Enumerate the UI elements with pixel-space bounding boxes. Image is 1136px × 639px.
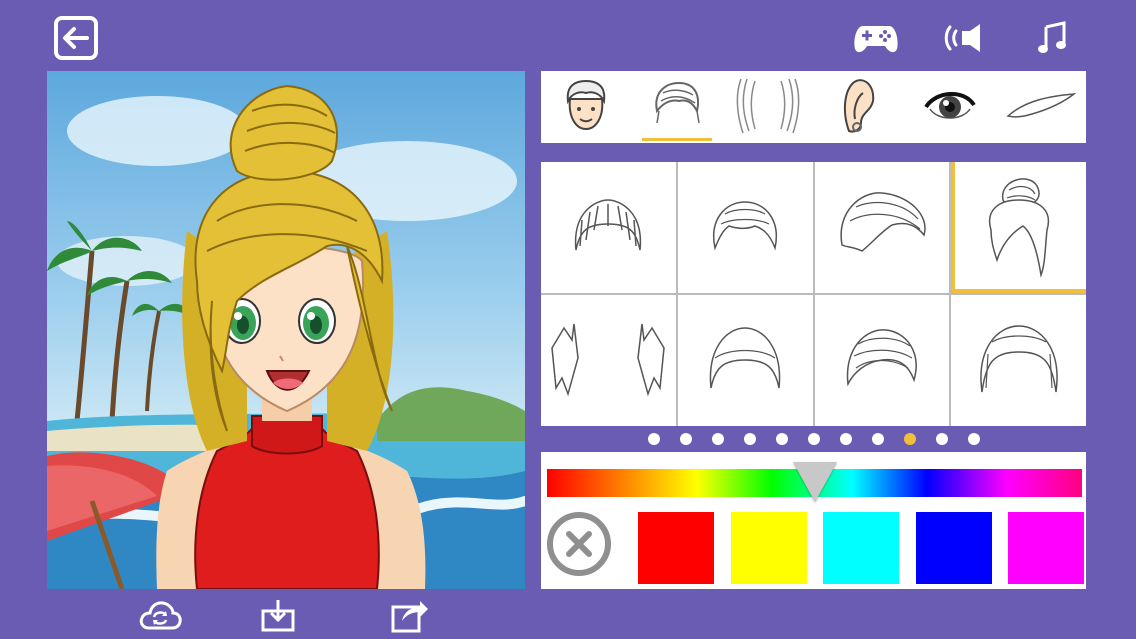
hair-style-6[interactable] [677, 295, 813, 426]
hair-style-8[interactable] [951, 295, 1086, 426]
front-hair-icon [649, 77, 705, 138]
exit-icon [54, 16, 98, 60]
sound-icon [944, 24, 980, 52]
share-button[interactable] [388, 596, 432, 634]
hair-style-icon [548, 318, 668, 403]
hair-style-icon [568, 190, 648, 265]
avatar-preview [47, 71, 525, 589]
color-swatch[interactable] [638, 512, 714, 584]
hair-style-icon [705, 318, 785, 403]
color-swatch[interactable] [915, 512, 992, 584]
category-tab-front-hair[interactable] [642, 75, 713, 141]
back-hair-icon [733, 75, 803, 140]
ear-icon [839, 75, 879, 140]
hair-style-icon [705, 190, 785, 265]
clear-color-button[interactable] [547, 512, 611, 576]
hair-style-4[interactable] [951, 162, 1086, 293]
page-dot[interactable] [935, 433, 948, 445]
category-tab-back-hair[interactable] [733, 75, 803, 139]
color-swatch[interactable] [730, 512, 807, 584]
category-tab-eyebrow[interactable] [1005, 75, 1077, 139]
music-icon [1038, 21, 1066, 53]
category-tab-ear[interactable] [824, 75, 894, 139]
exit-button[interactable] [52, 14, 100, 62]
category-bar [541, 71, 1086, 143]
color-swatch[interactable] [1008, 512, 1084, 584]
color-picker [541, 452, 1086, 589]
hair-style-7[interactable] [814, 295, 950, 426]
page-dot[interactable] [647, 433, 660, 445]
hair-style-3[interactable] [814, 162, 950, 293]
page-dot[interactable] [967, 433, 980, 445]
close-icon [566, 531, 592, 557]
download-button[interactable] [256, 596, 300, 634]
hair-style-icon [842, 318, 922, 403]
page-dot[interactable] [775, 433, 788, 445]
hair-style-icon [979, 170, 1059, 285]
hair-style-5[interactable] [541, 295, 676, 426]
cloud-sync-button[interactable] [138, 596, 182, 634]
gamepad-icon [854, 26, 898, 53]
color-swatch[interactable] [823, 512, 899, 584]
hair-style-1[interactable] [541, 162, 676, 293]
hair-style-2[interactable] [677, 162, 813, 293]
page-indicator [541, 430, 1086, 448]
page-dot[interactable] [679, 433, 692, 445]
face-icon [562, 77, 610, 138]
hue-slider-thumb[interactable] [792, 462, 837, 502]
eye-icon [922, 85, 978, 130]
page-dot[interactable] [871, 433, 884, 445]
hair-options-grid [541, 162, 1086, 426]
page-dot[interactable] [839, 433, 852, 445]
page-dot[interactable] [743, 433, 756, 445]
category-tab-face[interactable] [551, 75, 621, 139]
hair-style-icon [832, 185, 932, 270]
games-button[interactable] [852, 18, 900, 58]
download-icon [261, 600, 295, 632]
page-dot[interactable] [903, 433, 916, 445]
eyebrow-icon [1005, 90, 1077, 125]
share-icon [391, 601, 428, 633]
sound-button[interactable] [942, 18, 986, 58]
page-dot[interactable] [711, 433, 724, 445]
hair-style-icon [974, 318, 1064, 403]
avatar-scene [47, 84, 525, 589]
cloud-sync-icon [139, 601, 182, 630]
music-button[interactable] [1032, 18, 1072, 58]
category-tab-eye[interactable] [915, 75, 985, 139]
page-dot[interactable] [807, 433, 820, 445]
